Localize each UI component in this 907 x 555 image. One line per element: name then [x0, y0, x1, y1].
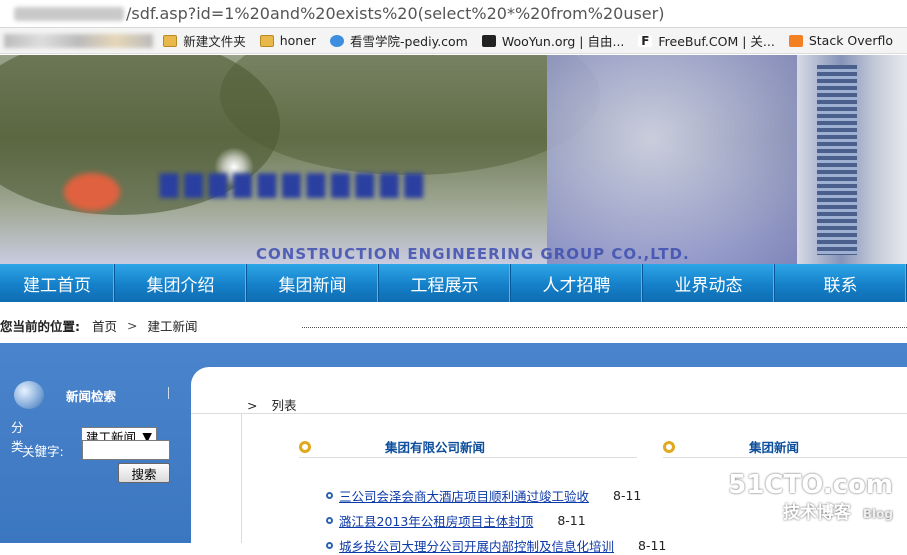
nav-about[interactable]: 集团介绍 — [115, 264, 248, 302]
breadcrumb-home-link[interactable]: 首页 — [92, 316, 117, 335]
section-bullet-icon — [299, 440, 311, 453]
search-panel-title: 新闻检索 — [66, 389, 117, 404]
watermark-sub-label: 技术博客 — [782, 503, 851, 523]
news-date: 8-11 — [557, 513, 586, 528]
news-search-panel: 新闻检索 分 类: 建工新闻 ▼ 关键字: 搜索 — [0, 343, 191, 543]
nav-contact[interactable]: 联系 — [775, 264, 907, 302]
list-header: > 列表 — [247, 395, 296, 414]
watermark-site: 51CTO.com — [728, 470, 893, 500]
nav-projects[interactable]: 工程展示 — [379, 264, 512, 302]
bookmark-label: 新建文件夹 — [183, 34, 246, 49]
section-underline — [663, 457, 907, 458]
bullet-icon — [326, 517, 333, 524]
section-underline — [299, 457, 637, 458]
bullet-icon — [326, 492, 333, 499]
bookmark-label: honer — [279, 33, 317, 48]
news-date: 8-11 — [613, 488, 642, 503]
url-text: /sdf.asp?id=1%20and%20exists%20(select%2… — [126, 4, 665, 23]
breadcrumb-separator: > — [127, 317, 138, 333]
section-title-group: 集团新闻 — [663, 437, 799, 456]
folder-icon — [163, 34, 178, 47]
site-banner: ▇▇▇▇▇▇▇▇▇▇▇ CONSTRUCTION ENGINEERING GRO… — [0, 55, 907, 264]
snowflake-icon — [330, 34, 345, 47]
company-logo — [64, 173, 120, 211]
bookmark-label: FreeBuf.COM | 关... — [658, 34, 775, 49]
news-link[interactable]: 潞江县2013年公租房项目主体封顶 — [339, 511, 533, 530]
search-button[interactable]: 搜索 — [118, 463, 170, 483]
address-bar[interactable]: /sdf.asp?id=1%20and%20exists%20(select%2… — [0, 0, 907, 28]
breadcrumb-current: 建工新闻 — [147, 318, 198, 334]
bullet-icon — [326, 542, 333, 549]
main-nav: 建工首页 集团介绍 集团新闻 工程展示 人才招聘 业界动态 联系 — [0, 264, 907, 302]
company-name-blurred: ▇▇▇▇▇▇▇▇▇▇▇ — [160, 170, 430, 198]
section-title-company: 集团有限公司新闻 — [299, 437, 485, 456]
nav-home[interactable]: 建工首页 — [0, 264, 116, 302]
title-divider — [168, 387, 169, 399]
watermark-sub: 技术博客 Blog — [728, 498, 893, 523]
blurred-bookmarks — [4, 33, 154, 48]
bookmark-label: Stack Overflo — [808, 33, 893, 48]
nav-industry[interactable]: 业界动态 — [643, 264, 776, 302]
bookmark-wooyun[interactable]: WooYun.org | 自由... — [481, 31, 625, 50]
bookmark-folder-honer[interactable]: honer — [259, 33, 317, 48]
freebuf-icon: F — [638, 34, 653, 47]
breadcrumb-label: 您当前的位置: — [0, 318, 80, 334]
news-item: 城乡投公司大理分公司开展内部控制及信息化培训 8-11 — [326, 536, 666, 555]
folder-icon — [259, 34, 274, 47]
bookmarks-bar: 新建文件夹 honer 看雪学院-pediy.com WooYun.org | … — [0, 28, 907, 54]
keyword-input[interactable] — [82, 440, 170, 460]
news-date: 8-11 — [638, 538, 667, 553]
wooyun-icon — [481, 34, 496, 47]
bookmark-stackoverflow[interactable]: Stack Overflo — [788, 33, 893, 48]
breadcrumb: 您当前的位置: 首页 > 建工新闻 — [0, 314, 907, 336]
tree-canopy — [220, 55, 600, 175]
watermark-blog: Blog — [862, 507, 893, 521]
nav-careers[interactable]: 人才招聘 — [511, 264, 644, 302]
bookmark-pediy[interactable]: 看雪学院-pediy.com — [330, 31, 468, 50]
list-label: 列表 — [271, 398, 297, 413]
bookmark-freebuf[interactable]: F FreeBuf.COM | 关... — [638, 31, 775, 50]
divider — [241, 413, 242, 543]
bookmark-folder-new[interactable]: 新建文件夹 — [163, 31, 246, 50]
globe-icon — [14, 381, 44, 409]
bookmark-label: WooYun.org | 自由... — [501, 34, 625, 49]
keyword-label: 关键字: — [22, 443, 64, 459]
keyword-row: 关键字: — [22, 440, 170, 460]
building-image — [797, 55, 907, 264]
divider — [191, 413, 907, 414]
dotted-divider — [302, 327, 907, 328]
news-item: 三公司会泽会商大酒店项目顺利通过竣工验收 8-11 — [326, 486, 641, 505]
nav-news[interactable]: 集团新闻 — [247, 264, 380, 302]
news-link[interactable]: 三公司会泽会商大酒店项目顺利通过竣工验收 — [339, 486, 589, 505]
news-link[interactable]: 城乡投公司大理分公司开展内部控制及信息化培训 — [339, 536, 614, 555]
blurred-domain — [14, 6, 124, 21]
company-subtitle: CONSTRUCTION ENGINEERING GROUP CO.,LTD. — [256, 245, 690, 263]
stackoverflow-icon — [788, 34, 803, 47]
watermark: 51CTO.com 技术博客 Blog — [728, 470, 893, 523]
bookmark-label: 看雪学院-pediy.com — [350, 34, 468, 49]
section-bullet-icon — [663, 440, 675, 453]
section-label: 集团有限公司新闻 — [385, 440, 486, 455]
chevron-right-icon: > — [247, 398, 258, 413]
news-item: 潞江县2013年公租房项目主体封顶 8-11 — [326, 511, 586, 530]
banner-sky — [547, 55, 807, 264]
section-label: 集团新闻 — [749, 440, 800, 455]
